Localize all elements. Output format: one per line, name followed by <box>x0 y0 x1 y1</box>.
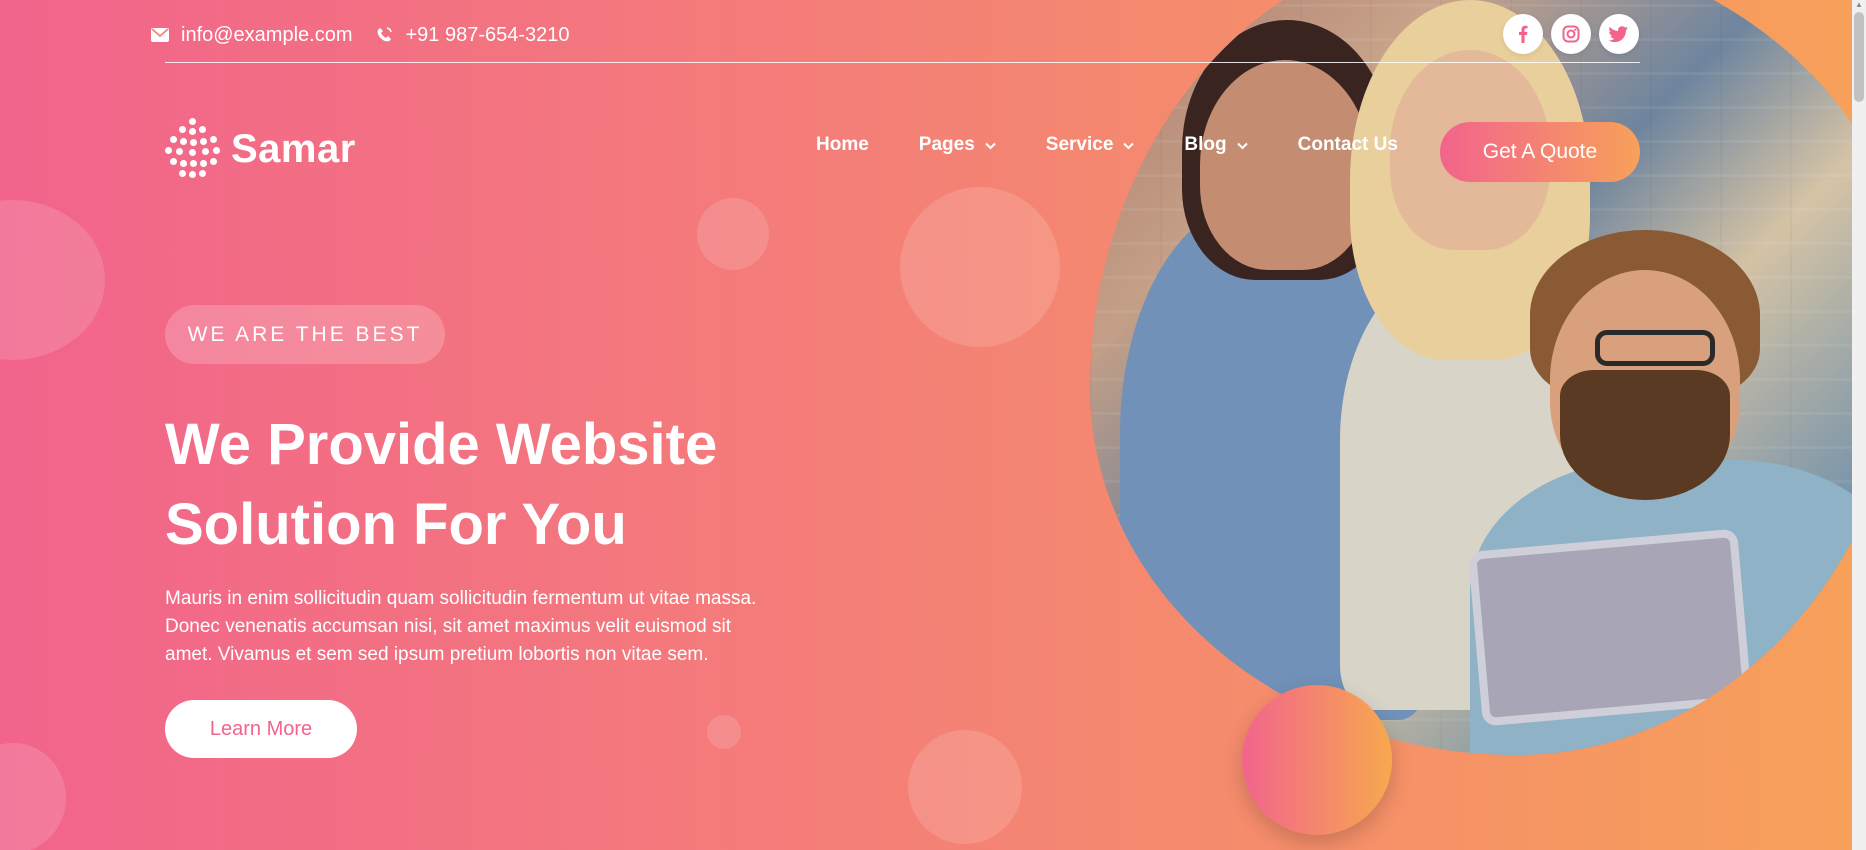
instagram-icon[interactable] <box>1551 14 1591 54</box>
nav-label: Contact Us <box>1297 134 1398 155</box>
tablet-device <box>1467 528 1753 727</box>
phone-text: +91 987-654-3210 <box>405 23 570 46</box>
hero-headline-line-2: Solution For You <box>165 492 627 557</box>
nav-label: Pages <box>918 134 975 155</box>
scrollbar-thumb[interactable] <box>1854 12 1864 102</box>
decor-circle <box>697 198 769 270</box>
nav-contact-us[interactable]: Contact Us <box>1298 134 1398 156</box>
chevron-down-icon <box>1123 138 1135 153</box>
chevron-down-icon <box>1236 138 1248 153</box>
nav-label: Service <box>1045 134 1114 155</box>
logo-dots-icon <box>165 118 221 180</box>
person-3-beard <box>1560 370 1730 500</box>
chevron-down-icon <box>985 138 996 153</box>
hero-description: Mauris in enim sollicitudin quam sollici… <box>165 585 855 669</box>
hero-description-line-2: Donec venenatis accumsan nisi, sit amet … <box>165 616 732 637</box>
brand-logo[interactable]: Samar <box>165 118 356 180</box>
decor-circle <box>900 187 1060 347</box>
nav-label: Blog <box>1184 134 1227 155</box>
hero-headline-line-1: We Provide Website <box>165 412 718 477</box>
contact-bar: info@example.com +91 987-654-3210 <box>150 18 592 52</box>
scroll-up-arrow-icon[interactable]: ▲ <box>1854 0 1864 10</box>
nav-home[interactable]: Home <box>816 134 869 156</box>
phone-link[interactable]: +91 987-654-3210 <box>374 23 570 47</box>
decor-circle <box>0 200 105 360</box>
landing-page: info@example.com +91 987-654-3210 Samar … <box>0 0 1866 850</box>
social-links <box>1503 14 1639 54</box>
decor-circle <box>0 743 66 850</box>
decor-circle <box>908 730 1022 844</box>
person-1-face <box>1200 60 1370 270</box>
decor-circle <box>707 715 741 749</box>
nav-blog[interactable]: Blog <box>1184 134 1248 156</box>
facebook-icon[interactable] <box>1503 14 1543 54</box>
twitter-icon[interactable] <box>1599 14 1639 54</box>
phone-icon <box>374 25 394 45</box>
main-nav: Home Pages Service Blog Contact Us <box>816 134 1448 156</box>
get-a-quote-button[interactable]: Get A Quote <box>1440 122 1640 182</box>
nav-service[interactable]: Service <box>1046 134 1135 156</box>
envelope-icon <box>150 25 170 45</box>
hero-description-line-1: Mauris in enim sollicitudin quam sollici… <box>165 588 757 609</box>
header-divider <box>165 62 1640 63</box>
hero-headline: We Provide Website Solution For You <box>165 405 885 565</box>
email-link[interactable]: info@example.com <box>150 24 352 47</box>
nav-label: Home <box>816 134 869 155</box>
hero-tagline-badge: WE ARE THE BEST <box>165 305 445 364</box>
hero-photo <box>1090 0 1866 755</box>
glasses <box>1595 330 1715 366</box>
brand-name: Samar <box>231 126 356 171</box>
accent-gradient-circle <box>1242 685 1392 835</box>
page-scrollbar[interactable]: ▲ <box>1852 0 1866 850</box>
learn-more-button[interactable]: Learn More <box>165 700 357 758</box>
email-text: info@example.com <box>181 23 353 46</box>
nav-pages[interactable]: Pages <box>919 134 996 156</box>
hero-description-line-3: amet. Vivamus et sem sed ipsum pretium l… <box>165 644 709 665</box>
